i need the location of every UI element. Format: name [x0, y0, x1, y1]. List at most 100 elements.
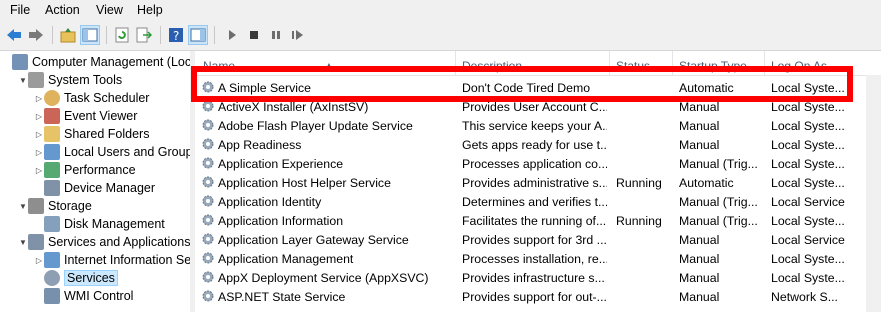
svg-text:?: ? [173, 29, 179, 43]
cell-description: Determines and verifies t... [462, 195, 607, 209]
menu-view[interactable]: View [96, 3, 123, 17]
menu-action[interactable]: Action [45, 3, 80, 17]
service-row[interactable]: Application Experience Processes applicat… [195, 154, 881, 173]
expand-arrow-icon[interactable]: ▷ [34, 94, 44, 103]
tree-node-label: Services [64, 270, 118, 286]
menu-file[interactable]: File [10, 3, 30, 17]
folder-up-icon [60, 28, 76, 43]
expand-arrow-icon[interactable]: ▷ [34, 166, 44, 175]
console-tree: Computer Management (Local ▼ System Tools ▷… [0, 51, 191, 312]
service-row[interactable]: App Readiness Gets apps ready for use t..… [195, 135, 881, 154]
tree-node-label: Computer Management (Local [32, 55, 191, 69]
service-row[interactable]: AppX Deployment Service (AppXSVC) Provide… [195, 268, 881, 287]
cell-startup: Manual (Trig... [679, 214, 758, 228]
cell-logon: Local Syste... [771, 119, 845, 133]
show-hide-action-pane-button[interactable] [188, 25, 208, 45]
action-pane-icon [190, 28, 206, 42]
cell-name: ActiveX Installer (AxInstSV) [218, 100, 369, 114]
tree-node-label: Event Viewer [64, 109, 138, 123]
tree-node-label: Services and Applications [48, 235, 191, 249]
expand-arrow-icon[interactable]: ▷ [34, 130, 44, 139]
start-service-button[interactable] [222, 25, 242, 45]
cell-status: Running [616, 214, 662, 228]
refresh-button[interactable] [112, 25, 132, 45]
cell-name: Application Layer Gateway Service [218, 233, 409, 247]
expand-arrow-icon[interactable]: ▼ [18, 76, 28, 85]
tree-node-label: Local Users and Groups [64, 145, 191, 159]
disk-icon [44, 216, 60, 232]
service-row[interactable]: Application Management Processes installa… [195, 249, 881, 268]
iis-icon [44, 252, 60, 268]
pause-service-button[interactable] [266, 25, 286, 45]
expand-arrow-icon[interactable]: ▷ [34, 148, 44, 157]
help-button[interactable]: ? [166, 25, 186, 45]
back-button[interactable] [4, 25, 24, 45]
tree-node-services[interactable]: Services [34, 269, 118, 287]
restart-service-button[interactable] [288, 25, 308, 45]
cell-startup: Manual [679, 271, 720, 285]
menu-bar: File Action View Help [0, 0, 881, 20]
tree-node-device-manager[interactable]: Device Manager [34, 179, 155, 197]
cell-startup: Manual [679, 100, 720, 114]
gear-icon [202, 290, 214, 302]
cell-description: Gets apps ready for use t... [462, 138, 607, 152]
tree-node-performance[interactable]: ▷ Performance [34, 161, 136, 179]
highlight-box [191, 66, 853, 102]
tree-node-local-users-and-groups[interactable]: ▷ Local Users and Groups [34, 143, 191, 161]
cell-logon: Local Syste... [771, 271, 845, 285]
gear-icon [202, 138, 214, 150]
services-apps-icon [28, 234, 44, 250]
show-hide-console-tree-button[interactable] [80, 25, 100, 45]
tree-node-wmi-control[interactable]: WMI Control [34, 287, 133, 305]
tree-node-label: WMI Control [64, 289, 134, 303]
tree-node-services-and-applications[interactable]: ▼ Services and Applications [18, 233, 190, 251]
toolbar: ? [0, 20, 881, 51]
expand-arrow-icon[interactable]: ▼ [18, 202, 28, 211]
tree-node-system-tools[interactable]: ▼ System Tools [18, 71, 122, 89]
service-row[interactable]: Application Layer Gateway Service Provide… [195, 230, 881, 249]
tree-node-label: Task Scheduler [64, 91, 150, 105]
export-list-button[interactable] [134, 25, 154, 45]
tree-node-shared-folders[interactable]: ▷ Shared Folders [34, 125, 149, 143]
service-row[interactable]: Application Information Facilitates the r… [195, 211, 881, 230]
computer-icon [12, 54, 28, 70]
cell-description: Provides User Account C... [462, 100, 607, 114]
service-row[interactable]: Application Host Helper Service Provides … [195, 173, 881, 192]
event-viewer-icon [44, 108, 60, 124]
tree-node-label: Internet Information Ser [64, 253, 191, 267]
cell-logon: Local Syste... [771, 214, 845, 228]
cell-name: Application Management [218, 252, 354, 266]
tree-node-label: System Tools [48, 73, 123, 87]
wmi-icon [44, 288, 60, 304]
tree-node-label: Storage [48, 199, 92, 213]
stop-service-button[interactable] [244, 25, 264, 45]
tree-node-event-viewer[interactable]: ▷ Event Viewer [34, 107, 137, 125]
cell-startup: Manual (Trig... [679, 157, 758, 171]
gear-icon [202, 195, 214, 207]
refresh-icon [115, 27, 129, 43]
tree-node-label: Disk Management [64, 217, 165, 231]
menu-help[interactable]: Help [137, 3, 163, 17]
shared-folder-icon [44, 126, 60, 142]
pause-icon [272, 31, 280, 39]
tree-node-computer-management-local[interactable]: Computer Management (Local [2, 53, 191, 71]
up-one-level-button[interactable] [58, 25, 78, 45]
cell-startup: Manual [679, 290, 720, 304]
forward-arrow-icon [29, 29, 43, 41]
service-row[interactable]: ASP.NET State Service Provides support fo… [195, 287, 881, 306]
expand-arrow-icon[interactable]: ▷ [34, 112, 44, 121]
gear-icon [202, 119, 214, 131]
service-row[interactable]: Adobe Flash Player Update Service This se… [195, 116, 881, 135]
tree-node-task-scheduler[interactable]: ▷ Task Scheduler [34, 89, 149, 107]
cell-name: App Readiness [218, 138, 302, 152]
vertical-scrollbar[interactable] [866, 75, 881, 312]
clock-icon [44, 90, 60, 106]
service-row[interactable]: Application Identity Determines and verif… [195, 192, 881, 211]
expand-arrow-icon[interactable]: ▷ [34, 256, 44, 265]
cell-logon: Network S... [771, 290, 838, 304]
forward-button[interactable] [26, 25, 46, 45]
tree-node-storage[interactable]: ▼ Storage [18, 197, 92, 215]
expand-arrow-icon[interactable]: ▼ [18, 238, 28, 247]
tree-node-internet-information-ser[interactable]: ▷ Internet Information Ser [34, 251, 191, 269]
tree-node-disk-management[interactable]: Disk Management [34, 215, 165, 233]
